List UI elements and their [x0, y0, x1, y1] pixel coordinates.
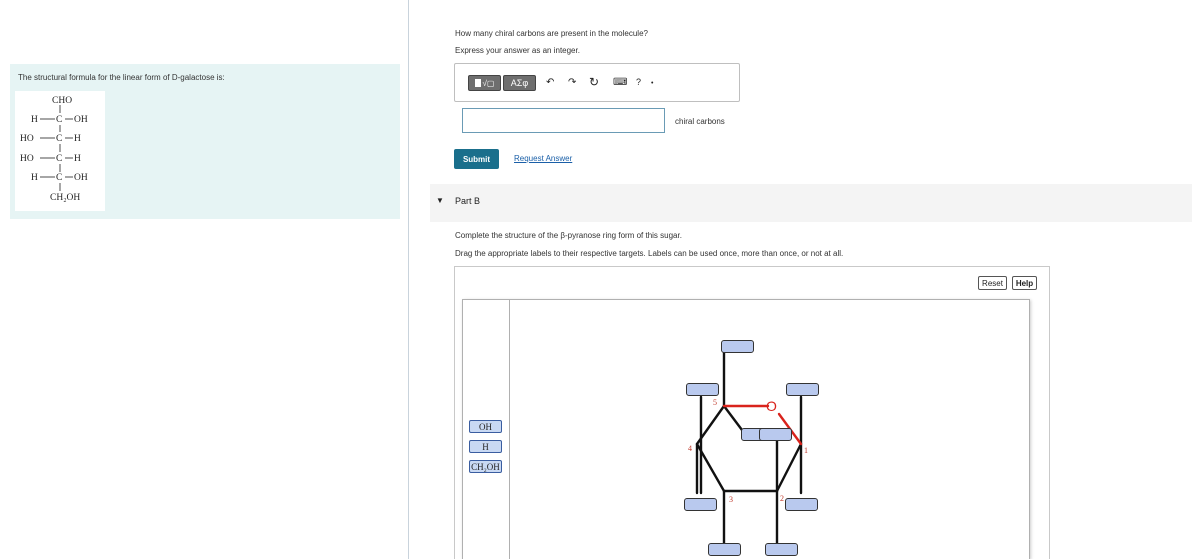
drop-target[interactable]	[721, 340, 754, 353]
bond-c2-c1	[775, 442, 803, 493]
carbon-5-number: 5	[713, 398, 717, 407]
drop-target[interactable]	[708, 543, 741, 556]
drop-target[interactable]	[684, 498, 717, 511]
drop-target[interactable]	[765, 543, 798, 556]
drop-target[interactable]	[786, 383, 819, 396]
carbon-4-number: 4	[688, 444, 692, 453]
drop-target[interactable]	[686, 383, 719, 396]
ring-oxygen: O	[766, 398, 777, 414]
carbon-3-number: 3	[729, 495, 733, 504]
drop-target[interactable]	[759, 428, 792, 441]
carbon-2-number: 2	[780, 494, 784, 503]
drop-target[interactable]	[785, 498, 818, 511]
pyranose-ring-svg: O 1 2 3 4 5	[688, 350, 808, 547]
carbon-1-number: 1	[804, 446, 808, 455]
